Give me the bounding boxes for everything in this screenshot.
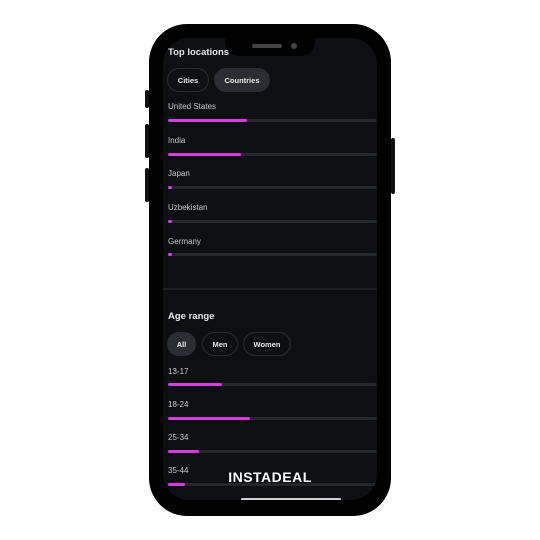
location-bar-fill (168, 253, 173, 256)
age-label: 13-17 (168, 367, 189, 376)
tab-women[interactable]: Women (243, 332, 291, 356)
location-bar-track (168, 119, 377, 122)
location-bar-fill (168, 186, 173, 189)
tab-all[interactable]: All (167, 332, 196, 356)
location-label: United States (168, 102, 217, 111)
age-bar-fill (168, 483, 185, 486)
location-bar-fill (168, 153, 242, 156)
age-bar-fill (168, 383, 223, 386)
location-bar-track (168, 220, 377, 223)
age-label: 35-44 (168, 466, 189, 475)
app-screen: Top locations Cities Countries United St… (163, 38, 377, 500)
tab-all-label: All (176, 339, 187, 349)
power-button (391, 138, 395, 194)
tab-cities[interactable]: Cities (167, 68, 209, 92)
age-bar-fill (168, 417, 250, 420)
location-bar-track (168, 186, 377, 189)
mute-switch (145, 90, 149, 108)
volume-up-button (145, 124, 149, 158)
location-label: Japan (168, 169, 190, 178)
location-bar-track (168, 153, 377, 156)
location-bar-fill (168, 220, 173, 223)
location-bar-track (168, 253, 377, 256)
top-locations-title: Top locations (168, 47, 230, 58)
age-range-title: Age range (168, 311, 215, 322)
phone-notch (225, 38, 315, 56)
age-bar-track (168, 417, 377, 420)
speaker-grille (252, 44, 282, 48)
location-label: India (168, 136, 186, 145)
tab-countries[interactable]: Countries (214, 68, 270, 92)
tab-men-label: Men (212, 339, 228, 349)
age-bar-track (168, 450, 377, 453)
age-bar-track (168, 383, 377, 386)
section-divider (163, 288, 377, 290)
age-bar-fill (168, 450, 200, 453)
volume-down-button (145, 168, 149, 202)
age-label: 18-24 (168, 400, 189, 409)
watermark-text: INSTADEAL (228, 469, 312, 485)
tab-women-label: Women (253, 339, 281, 349)
location-label: Uzbekistan (168, 203, 208, 212)
front-camera (291, 43, 297, 49)
home-indicator (241, 498, 341, 500)
location-label: Germany (168, 237, 201, 246)
tab-cities-label: Cities (177, 75, 199, 85)
location-bar-fill (168, 119, 248, 122)
tab-men[interactable]: Men (202, 332, 238, 356)
age-label: 25-34 (168, 433, 189, 442)
tab-countries-label: Countries (224, 75, 260, 85)
